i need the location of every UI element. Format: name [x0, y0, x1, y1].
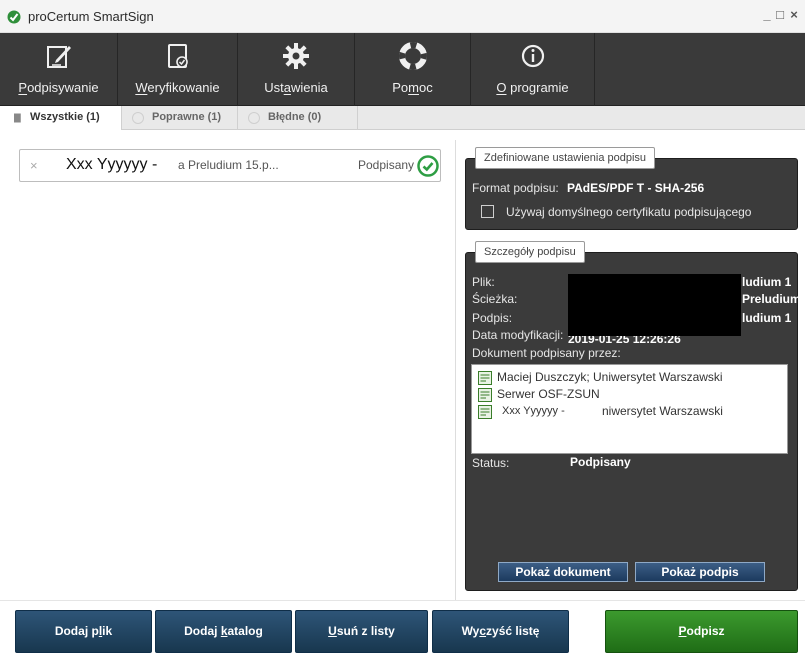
signature-details-tab: Szczegóły podpisu — [475, 241, 585, 263]
certificate-icon — [478, 405, 492, 419]
toolbar-verify-label: Weryfikowanie — [135, 80, 220, 95]
format-value: PAdES/PDF T - SHA-256 — [567, 181, 705, 195]
toolbar-settings-button[interactable]: Ustawienia — [238, 33, 355, 106]
sign-document-icon — [46, 46, 71, 68]
gear-icon — [283, 43, 309, 69]
file-owner-name: Xxx Yyyyyy - — [66, 156, 158, 173]
status-label: Status: — [472, 456, 510, 470]
tab-invalid[interactable]: Błędne (0) — [238, 106, 358, 130]
tab-valid-label: Poprawne (1) — [152, 111, 222, 123]
title-bar: proCertum SmartSign _ □ × — [0, 0, 805, 33]
toolbar-verify-button[interactable]: Weryfikowanie — [118, 33, 238, 106]
maximize-button[interactable]: □ — [774, 8, 786, 22]
certificate-icon — [478, 388, 492, 402]
toolbar-help-label: Pomoc — [392, 80, 433, 95]
window-title: proCertum SmartSign — [28, 9, 154, 24]
list-item[interactable]: × Xxx Yyyyyy - a Preludium 15.p... Podpi… — [19, 149, 441, 182]
filter-tabs: Wszystkie (1) Poprawne (1) Błędne (0) — [0, 106, 805, 130]
signer-name: Maciej Duszczyk; Uniwersytet Warszawski — [497, 370, 723, 384]
minimize-button[interactable]: _ — [761, 8, 773, 22]
signature-file-value: ludium 1 — [742, 311, 792, 325]
check-circle-icon — [417, 155, 439, 177]
pane-divider[interactable] — [455, 140, 456, 600]
toolbar-about-label: O programie — [496, 80, 569, 95]
toolbar-sign-button[interactable]: Podpisywanie — [0, 33, 118, 106]
signed-by-label: Dokument podpisany przez: — [472, 346, 621, 360]
toolbar-settings-label: Ustawienia — [264, 80, 328, 95]
file-name: a Preludium 15.p... — [178, 158, 279, 172]
file-label: Plik: — [472, 275, 495, 289]
add-file-button[interactable]: Dodaj plik — [15, 610, 152, 653]
default-cert-checkbox[interactable] — [481, 205, 494, 218]
window-controls: _ □ × — [761, 8, 805, 24]
verify-document-icon — [167, 44, 188, 68]
remove-item-icon[interactable]: × — [30, 158, 38, 173]
signers-list: Maciej Duszczyk; Uniwersytet Warszawski … — [471, 364, 788, 454]
close-button[interactable]: × — [788, 8, 800, 22]
toolbar-help-button[interactable]: Pomoc — [355, 33, 471, 106]
toolbar-sign-label: Podpisywanie — [18, 80, 99, 95]
remove-from-list-button[interactable]: Usuń z listy — [295, 610, 428, 653]
path-value: Preludium — [742, 292, 801, 306]
show-signature-button[interactable]: Pokaż podpis — [635, 562, 765, 582]
main-toolbar: Podpisywanie Weryfikowanie Ustawienia Po… — [0, 33, 805, 106]
file-status: Podpisany — [358, 158, 415, 172]
tab-valid[interactable]: Poprawne (1) — [122, 106, 238, 130]
file-value: ludium 1 — [742, 275, 792, 289]
path-label: Ścieżka: — [472, 292, 518, 306]
redaction-block — [568, 274, 741, 336]
document-icon — [14, 113, 21, 123]
signature-settings-tab: Zdefiniowane ustawienia podpisu — [475, 147, 656, 169]
modified-label: Data modyfikacji: — [472, 328, 564, 342]
sign-button[interactable]: Podpisz — [605, 610, 798, 653]
default-cert-label: Używaj domyślnego certyfikatu podpisując… — [506, 205, 752, 219]
tab-all[interactable]: Wszystkie (1) — [0, 106, 122, 130]
tab-invalid-label: Błędne (0) — [268, 111, 322, 123]
signer-name: Serwer OSF-ZSUN — [497, 387, 600, 401]
signature-file-label: Podpis: — [472, 311, 513, 325]
info-icon — [521, 44, 544, 68]
show-document-button[interactable]: Pokaż dokument — [498, 562, 628, 582]
tab-all-label: Wszystkie (1) — [30, 111, 100, 123]
procertum-logo-icon — [7, 10, 21, 24]
add-folder-button[interactable]: Dodaj katalog — [155, 610, 292, 653]
lifebuoy-icon — [398, 42, 427, 70]
status-value: Podpisany — [570, 455, 631, 469]
toolbar-about-button[interactable]: O programie — [471, 33, 595, 106]
format-label: Format podpisu: — [472, 181, 559, 195]
clear-list-button[interactable]: Wyczyść listę — [432, 610, 569, 653]
certificate-icon — [478, 371, 492, 385]
check-circle-icon — [132, 112, 144, 124]
signer-name: Xxx Yyyyyy - — [502, 405, 565, 417]
signer-organization: niwersytet Warszawski — [602, 404, 723, 418]
error-circle-icon — [248, 112, 260, 124]
